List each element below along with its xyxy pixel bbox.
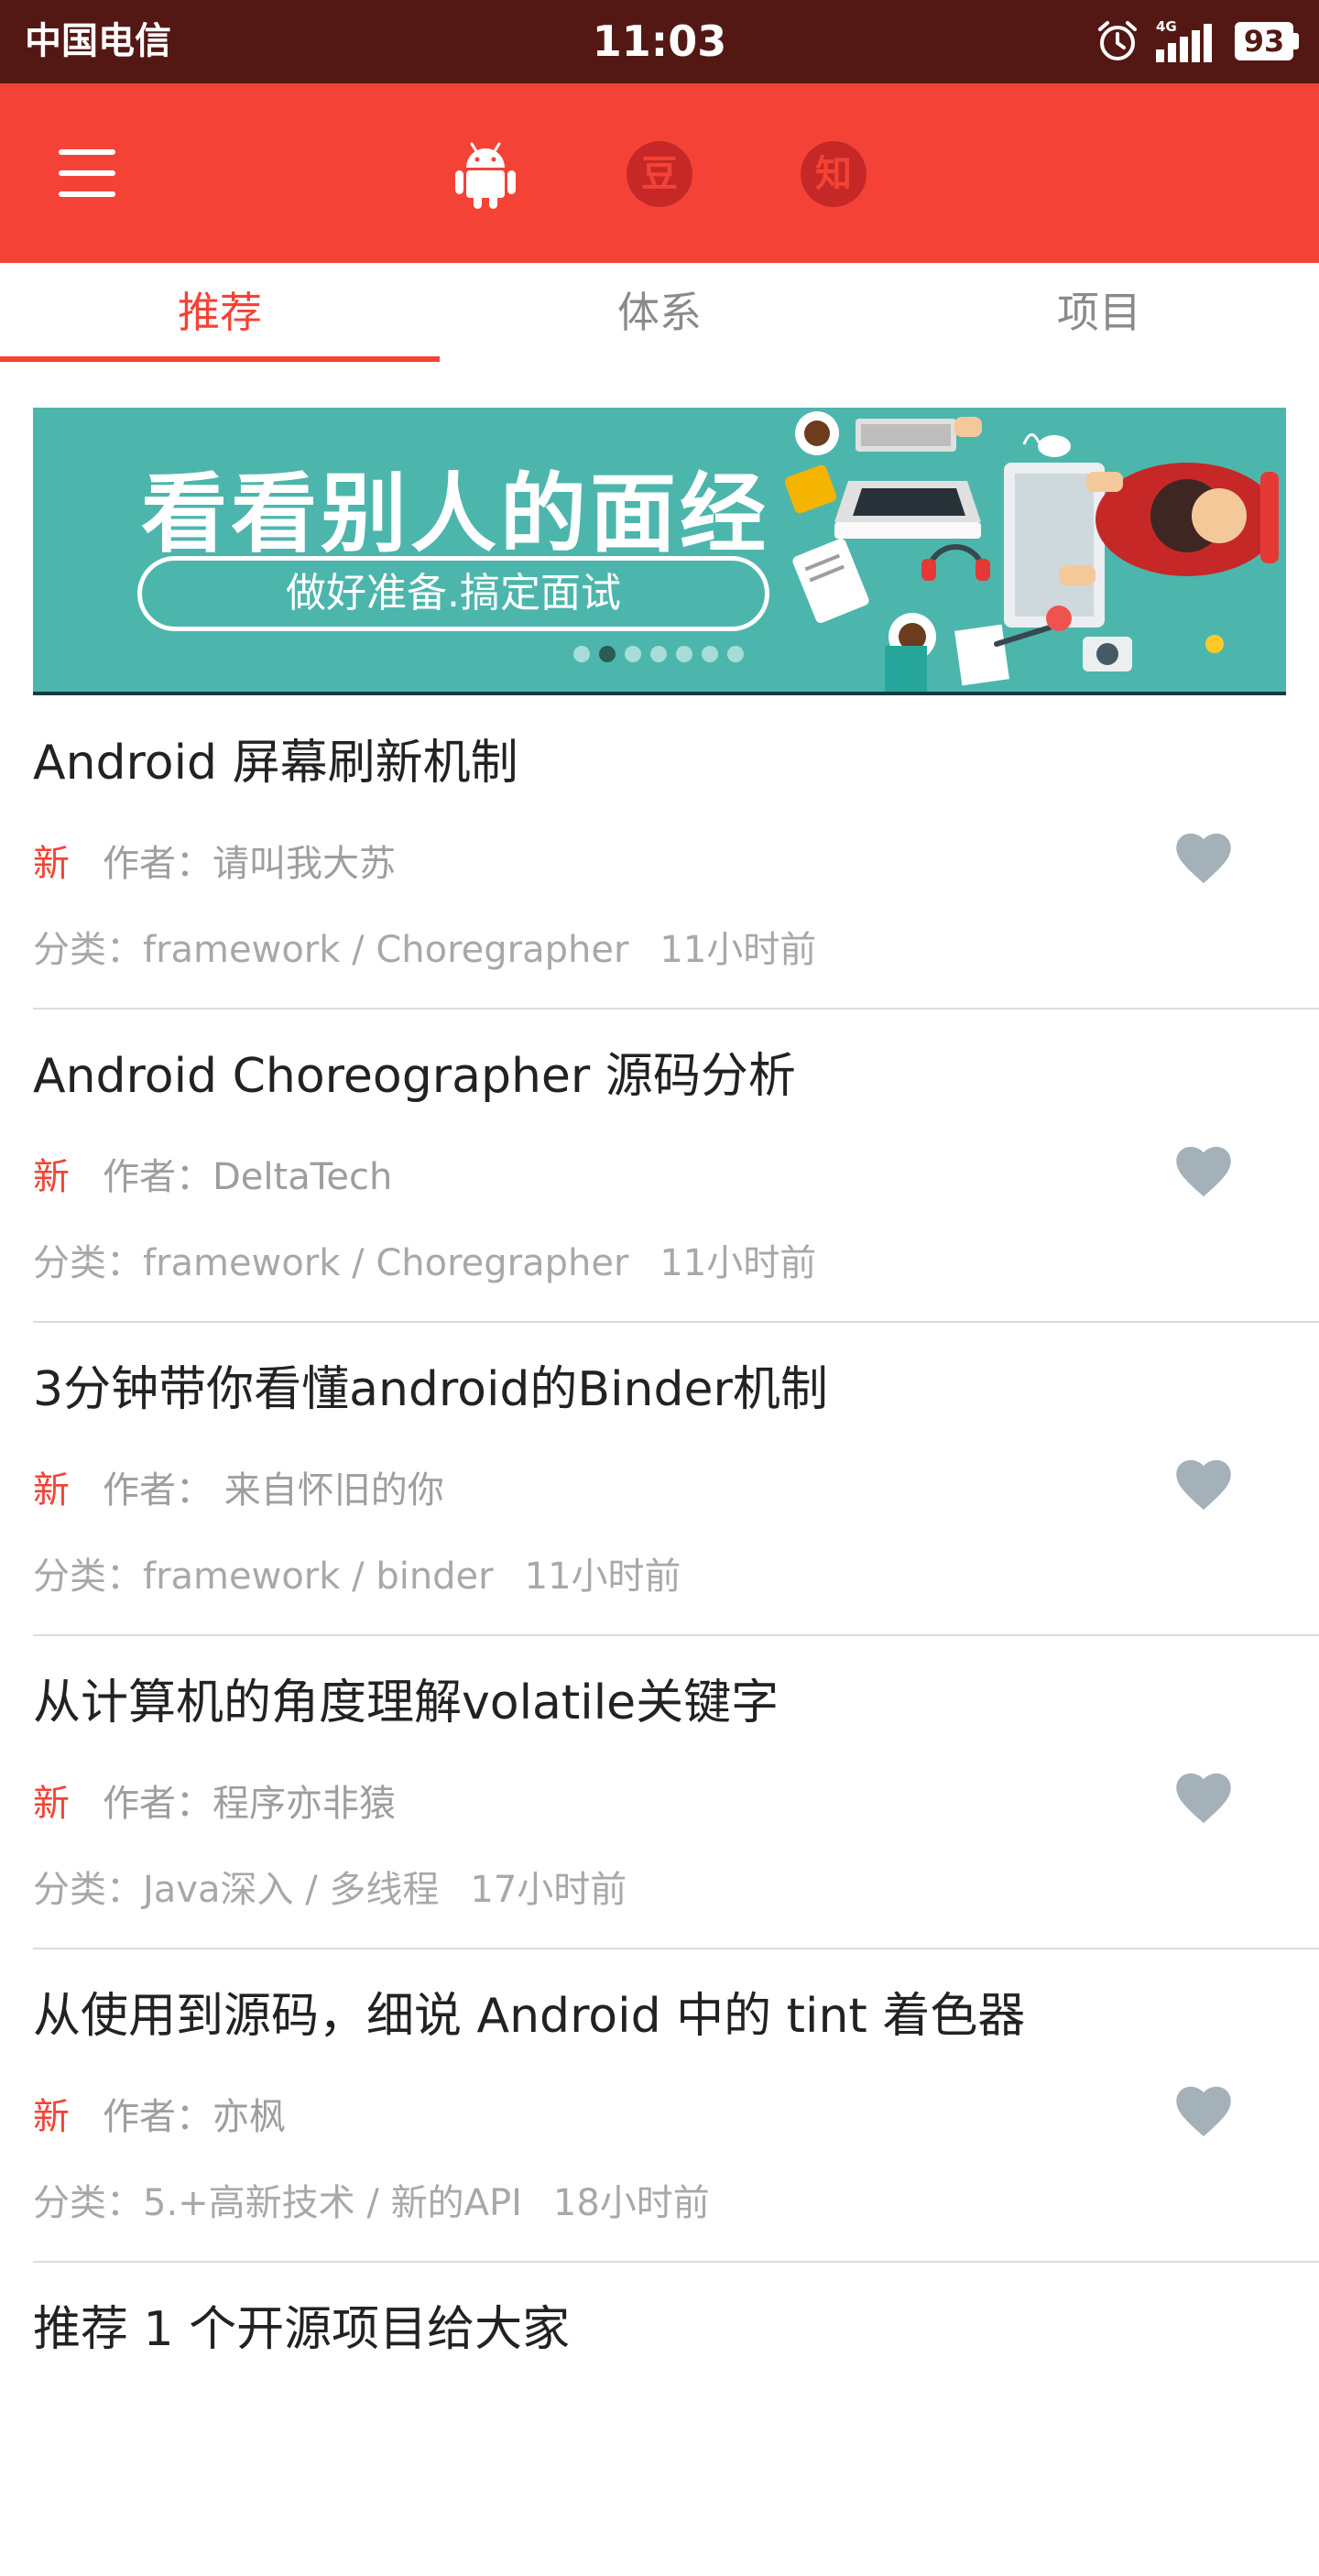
article-author: 作者：亦枫 [103, 2096, 286, 2138]
article-category[interactable]: 分类：framework / binder [33, 1555, 494, 1598]
article-category[interactable]: 分类：Java深入 / 多线程 [33, 1869, 439, 1911]
page-dot-active [599, 646, 616, 662]
battery-tip [1293, 33, 1299, 49]
banner-page-indicator [573, 646, 753, 664]
menu-icon[interactable] [55, 147, 119, 199]
tab-recommend[interactable]: 推荐 [0, 263, 440, 364]
article-time: 11小时前 [524, 1555, 681, 1598]
douban-icon[interactable]: 豆 [627, 141, 692, 207]
article-meta: 分类：5.+高新技术 / 新的API 18小时前 [33, 2173, 710, 2226]
battery-level: 93 [1235, 22, 1293, 60]
article-title[interactable]: Android 屏幕刷新机制 [33, 724, 518, 792]
article-author: 作者：程序亦非猿 [103, 1783, 396, 1825]
new-badge: 新 [33, 843, 70, 885]
new-badge: 新 [33, 2096, 70, 2138]
page-dot [650, 646, 667, 662]
article-item[interactable]: Android 屏幕刷新机制 新 作者：请叫我大苏 分类：framework /… [0, 696, 1319, 1010]
banner-carousel[interactable]: 看看别人的面经 做好准备.搞定面试 [33, 408, 1286, 695]
article-meta: 分类：Java深入 / 多线程 17小时前 [33, 1860, 627, 1913]
article-list: Android 屏幕刷新机制 新 作者：请叫我大苏 分类：framework /… [0, 696, 1319, 2576]
app-toolbar: 豆 知 [0, 83, 1319, 263]
article-title[interactable]: 3分钟带你看懂android的Binder机制 [33, 1350, 828, 1419]
new-badge: 新 [33, 1783, 70, 1825]
tab-bar: 推荐 体系 项目 [0, 263, 1319, 364]
new-badge: 新 [33, 1469, 70, 1512]
alarm-icon [1098, 21, 1137, 60]
heart-icon[interactable] [1175, 1458, 1232, 1512]
article-time: 17小时前 [470, 1869, 627, 1911]
article-meta: 分类：framework / Choregrapher 11小时前 [33, 1233, 816, 1286]
article-author: 作者：请叫我大苏 [103, 843, 396, 885]
heart-icon[interactable] [1175, 1145, 1232, 1198]
article-meta: 分类：framework / Choregrapher 11小时前 [33, 920, 816, 973]
heart-icon[interactable] [1175, 832, 1232, 885]
article-meta: 分类：framework / binder 11小时前 [33, 1546, 681, 1599]
article-category[interactable]: 分类：framework / Choregrapher [33, 929, 628, 971]
new-badge: 新 [33, 1156, 70, 1198]
tab-project[interactable]: 项目 [879, 263, 1319, 364]
banner-bottom-line [33, 692, 1286, 695]
tab-indicator [0, 356, 440, 362]
desk-illustration [784, 411, 1279, 692]
signal-icon [1156, 24, 1212, 62]
article-item[interactable]: 从使用到源码，细说 Android 中的 tint 着色器 新 作者：亦枫 分类… [0, 1949, 1319, 2263]
banner-title: 看看别人的面经 [141, 464, 770, 564]
article-author: 作者：DeltaTech [103, 1156, 393, 1198]
page-dot [573, 646, 590, 662]
battery-icon: 93 [1235, 22, 1301, 60]
heart-icon[interactable] [1175, 1772, 1232, 1825]
article-author: 作者： 来自怀旧的你 [103, 1469, 444, 1512]
tab-system[interactable]: 体系 [440, 263, 879, 364]
article-title[interactable]: 从计算机的角度理解volatile关键字 [33, 1664, 779, 1732]
article-title[interactable]: 推荐 1 个开源项目给大家 [33, 2290, 570, 2359]
zhihu-icon[interactable]: 知 [801, 141, 867, 207]
status-bar: 中国电信 11:03 4G 93 [0, 0, 1319, 83]
article-category[interactable]: 分类：framework / Choregrapher [33, 1242, 628, 1284]
banner-subtitle: 做好准备.搞定面试 [137, 556, 769, 631]
article-time: 11小时前 [660, 1242, 817, 1284]
article-time: 18小时前 [552, 2182, 710, 2224]
page-dot [727, 646, 744, 662]
article-item[interactable]: 从计算机的角度理解volatile关键字 新 作者：程序亦非猿 分类：Java深… [0, 1636, 1319, 1949]
page-dot [702, 646, 718, 662]
article-title[interactable]: Android Choreographer 源码分析 [33, 1037, 796, 1106]
page-dot [676, 646, 692, 662]
android-icon[interactable] [453, 140, 518, 210]
article-item[interactable]: 推荐 1 个开源项目给大家 [0, 2263, 1319, 2576]
article-time: 11小时前 [660, 929, 817, 971]
article-title[interactable]: 从使用到源码，细说 Android 中的 tint 着色器 [33, 1977, 1025, 2046]
page-dot [625, 646, 641, 662]
heart-icon[interactable] [1175, 2085, 1232, 2138]
article-category[interactable]: 分类：5.+高新技术 / 新的API [33, 2182, 522, 2224]
article-item[interactable]: 3分钟带你看懂android的Binder机制 新 作者： 来自怀旧的你 分类：… [0, 1323, 1319, 1636]
article-item[interactable]: Android Choreographer 源码分析 新 作者：DeltaTec… [0, 1010, 1319, 1323]
